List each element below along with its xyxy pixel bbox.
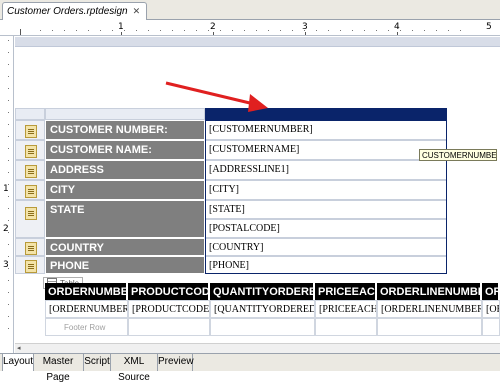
ruler-number: 2 <box>3 224 9 234</box>
data-field[interactable]: [CITY] <box>205 180 447 200</box>
data-field[interactable]: [CUSTOMERNAME] <box>205 140 447 160</box>
data-field[interactable]: [COUNTRY] <box>205 238 447 256</box>
row-icon <box>25 260 37 273</box>
field-label: STATE <box>45 200 205 238</box>
page-tab-bar: Layout Master Page Script XML Source Pre… <box>0 353 500 383</box>
ruler-number: 5 <box>486 22 492 32</box>
vertical-ruler: 1 2 3 <box>0 36 14 353</box>
detail-cell[interactable]: [PRICEEACH] <box>315 300 377 318</box>
row-handle[interactable] <box>15 160 45 180</box>
field-label: CUSTOMER NAME: <box>45 140 205 160</box>
field-label: PHONE <box>45 256 205 274</box>
row-icon <box>25 125 37 138</box>
page-margin <box>15 37 500 46</box>
row-icon <box>25 207 37 220</box>
column-header: ORDERNUMBER <box>45 283 128 300</box>
editor-tab[interactable]: Customer Orders.rptdesign ✕ <box>2 2 148 20</box>
data-field[interactable]: [PHONE] <box>205 256 447 274</box>
field-label: COUNTRY <box>45 238 205 256</box>
row-handle[interactable] <box>15 120 45 140</box>
margin-line <box>15 46 500 47</box>
editor-tab-title: Customer Orders.rptdesign <box>7 6 128 17</box>
footer-cell[interactable] <box>128 318 210 336</box>
field-label: ADDRESS <box>45 160 205 180</box>
data-field[interactable]: [CUSTOMERNUMBER] <box>205 120 447 140</box>
row-icon <box>25 165 37 178</box>
row-handle[interactable] <box>15 140 45 160</box>
footer-cell[interactable] <box>210 318 315 336</box>
close-icon[interactable]: ✕ <box>133 6 141 16</box>
detail-cell[interactable]: [OR <box>482 300 500 318</box>
detail-cell[interactable]: [ORDERLINENUMBER] <box>377 300 482 318</box>
detail-cell[interactable]: [QUANTITYORDERED] <box>210 300 315 318</box>
row-handle[interactable] <box>15 180 45 200</box>
column-header: QUANTITYORDERED <box>210 283 315 300</box>
footer-cell[interactable] <box>377 318 482 336</box>
row-handle[interactable] <box>15 200 45 238</box>
tab-script[interactable]: Script <box>84 354 111 371</box>
row-icon <box>25 185 37 198</box>
row-handle[interactable] <box>15 238 45 256</box>
tab-xml-source[interactable]: XML Source <box>111 354 158 383</box>
column-header: ORDE <box>482 283 500 300</box>
column-header: PRODUCTCODE <box>128 283 210 300</box>
ruler-number: 3 <box>3 260 9 270</box>
data-field[interactable]: [ADDRESSLINE1] <box>205 160 447 180</box>
tab-layout[interactable]: Layout <box>2 354 34 371</box>
scroll-left-icon[interactable]: ◂ <box>17 345 25 352</box>
data-field[interactable]: [STATE] <box>205 200 447 219</box>
row-handle[interactable] <box>15 256 45 274</box>
tab-preview[interactable]: Preview <box>158 354 194 371</box>
field-label: CITY <box>45 180 205 200</box>
horizontal-scrollbar[interactable]: ◂ <box>15 343 500 353</box>
field-label: CUSTOMER NUMBER: <box>45 120 205 140</box>
footer-row-label: Footer Row <box>45 318 128 336</box>
grid-corner[interactable] <box>15 108 45 120</box>
tooltip: CUSTOMERNUMBER <box>419 149 497 161</box>
column-header: PRICEEACH <box>315 283 377 300</box>
data-field[interactable]: [POSTALCODE] <box>205 219 447 238</box>
editor-tab-bar: Customer Orders.rptdesign ✕ <box>0 0 500 20</box>
row-icon <box>25 242 37 255</box>
footer-cell[interactable] <box>482 318 500 336</box>
horizontal-ruler: 1 2 3 4 5 <box>0 20 500 36</box>
tab-master-page[interactable]: Master Page <box>33 354 84 383</box>
annotation-arrow-icon <box>165 81 268 112</box>
column-header: ORDERLINENUMBER <box>377 283 482 300</box>
row-icon <box>25 145 37 158</box>
detail-cell[interactable]: [PRODUCTCODE] <box>128 300 210 318</box>
ruler-number: 1 <box>3 184 9 194</box>
detail-cell[interactable]: [ORDERNUMBER] <box>45 300 128 318</box>
footer-cell[interactable] <box>315 318 377 336</box>
